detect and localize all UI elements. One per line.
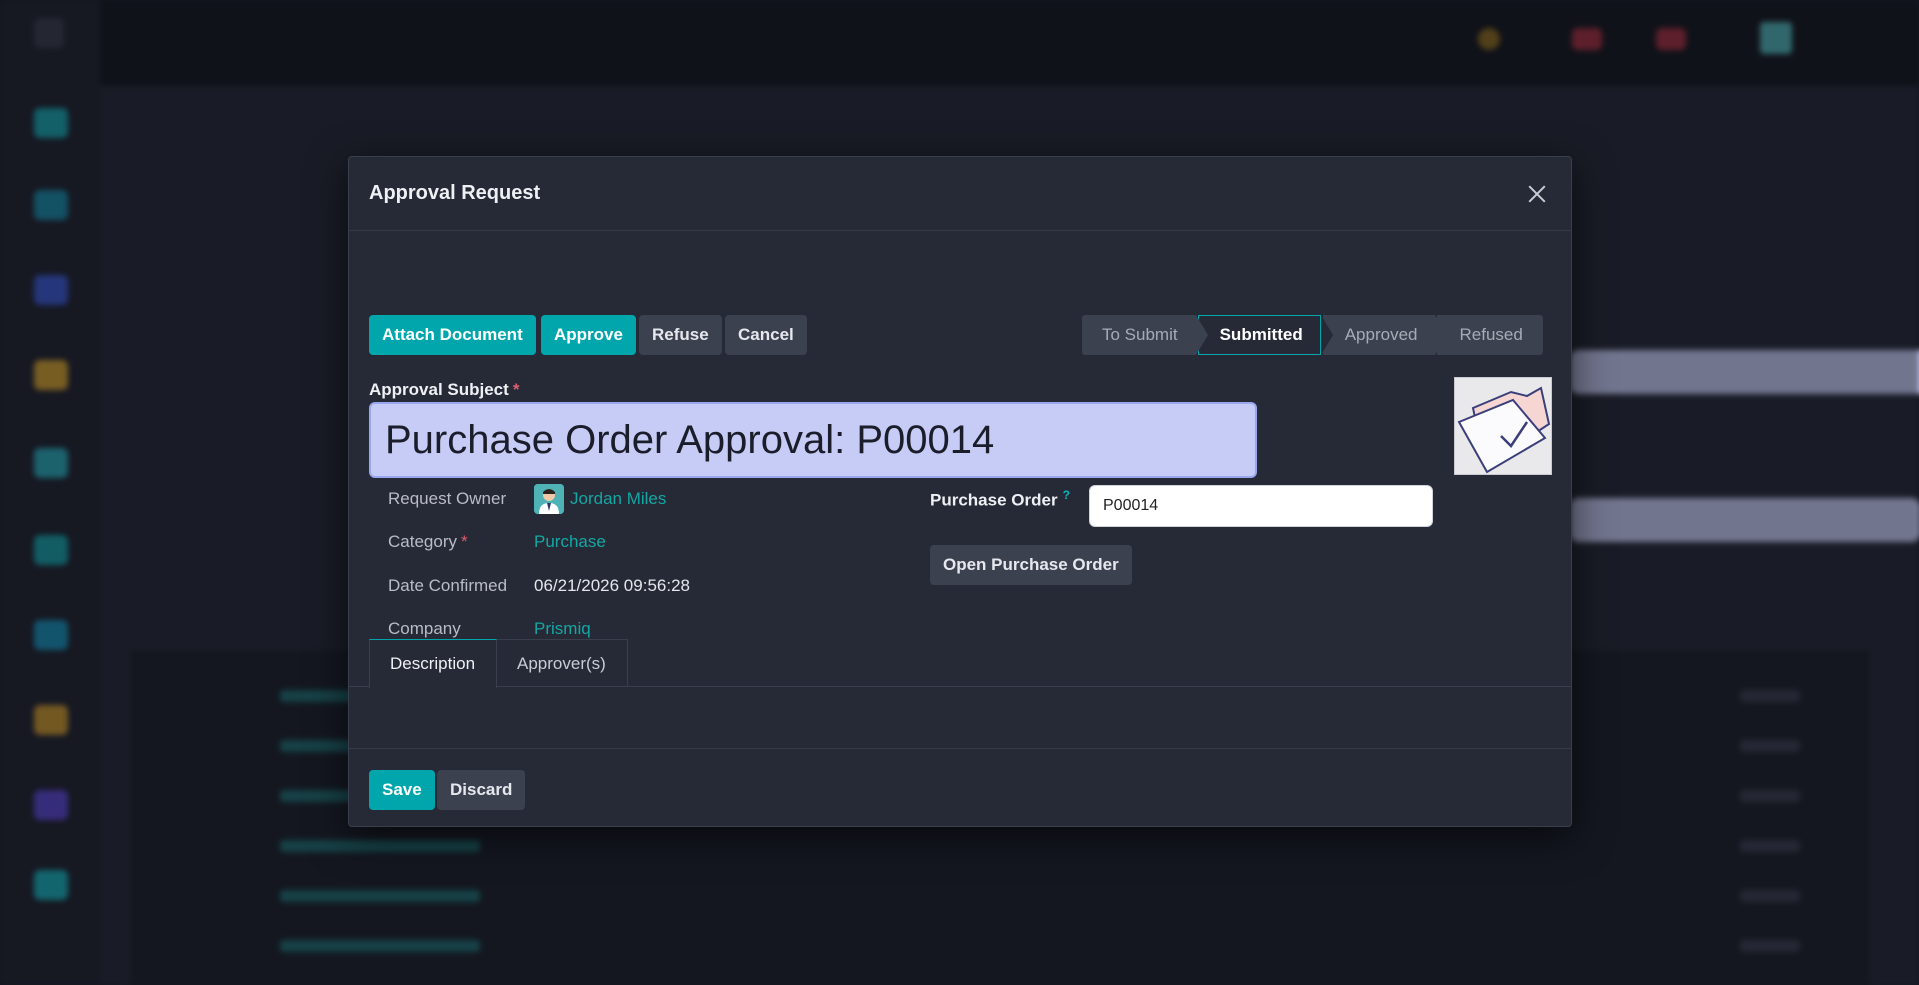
stage-refused[interactable]: Refused xyxy=(1437,315,1543,355)
folder-check-icon xyxy=(1457,386,1551,474)
stage-arrow-icon xyxy=(1320,315,1333,355)
purchase-order-label: Purchase Order? xyxy=(930,488,1070,511)
help-icon[interactable]: ? xyxy=(1063,488,1070,502)
modal-header: Approval Request xyxy=(349,157,1571,231)
modal-title: Approval Request xyxy=(369,182,541,204)
user-avatar-icon xyxy=(534,484,564,514)
stage-submitted[interactable]: Submitted xyxy=(1197,315,1333,355)
stage-label: Submitted xyxy=(1219,325,1303,344)
modal-footer: Save Discard xyxy=(349,748,1571,828)
company-link[interactable]: Prismiq xyxy=(534,619,591,639)
stage-to-submit[interactable]: To Submit xyxy=(1082,315,1208,355)
approval-subject-label: Approval Subject * xyxy=(369,380,519,400)
approval-subject-label-text: Approval Subject xyxy=(369,380,509,399)
category-label: Category * xyxy=(388,532,468,552)
cancel-button[interactable]: Cancel xyxy=(725,315,807,355)
approval-document-image[interactable] xyxy=(1454,377,1552,475)
tab-description[interactable]: Description xyxy=(369,639,497,688)
status-bar: To Submit Submitted Approved Refused xyxy=(1082,315,1545,355)
category-link[interactable]: Purchase xyxy=(534,532,606,552)
company-label: Company xyxy=(388,619,461,638)
notebook-tabs: Description Approver(s) xyxy=(349,639,1571,688)
discard-button[interactable]: Discard xyxy=(437,770,526,810)
modal-body: Attach Document Approve Refuse Cancel To… xyxy=(349,231,1571,748)
required-marker: * xyxy=(460,532,468,551)
stage-arrow-icon xyxy=(1435,315,1448,355)
request-owner-link[interactable]: Jordan Miles xyxy=(570,489,666,509)
date-confirmed-value[interactable]: 06/21/2026 09:56:28 xyxy=(534,576,690,596)
stage-label: Refused xyxy=(1459,325,1523,344)
avatar xyxy=(534,484,564,514)
stage-label: To Submit xyxy=(1102,325,1178,344)
stage-approved[interactable]: Approved xyxy=(1322,315,1448,355)
approve-button[interactable]: Approve xyxy=(541,315,636,355)
attach-document-button[interactable]: Attach Document xyxy=(369,315,536,355)
stage-arrow-icon xyxy=(1195,315,1208,355)
tab-approvers[interactable]: Approver(s) xyxy=(497,639,628,687)
category-label-text: Category xyxy=(388,532,457,551)
approval-request-dialog: Approval Request Attach Document Approve… xyxy=(348,156,1572,827)
request-owner-label: Request Owner xyxy=(388,489,507,508)
required-marker: * xyxy=(512,380,520,399)
open-purchase-order-button[interactable]: Open Purchase Order xyxy=(930,545,1132,585)
save-button[interactable]: Save xyxy=(369,770,435,810)
close-icon[interactable] xyxy=(1523,180,1551,208)
purchase-order-input[interactable]: P00014 xyxy=(1089,485,1433,527)
date-confirmed-label: Date Confirmed xyxy=(388,576,508,595)
purchase-order-label-text: Purchase Order xyxy=(930,490,1058,510)
refuse-button[interactable]: Refuse xyxy=(639,315,722,355)
stage-label: Approved xyxy=(1344,325,1418,344)
approval-subject-input[interactable]: Purchase Order Approval: P00014 xyxy=(369,402,1257,478)
